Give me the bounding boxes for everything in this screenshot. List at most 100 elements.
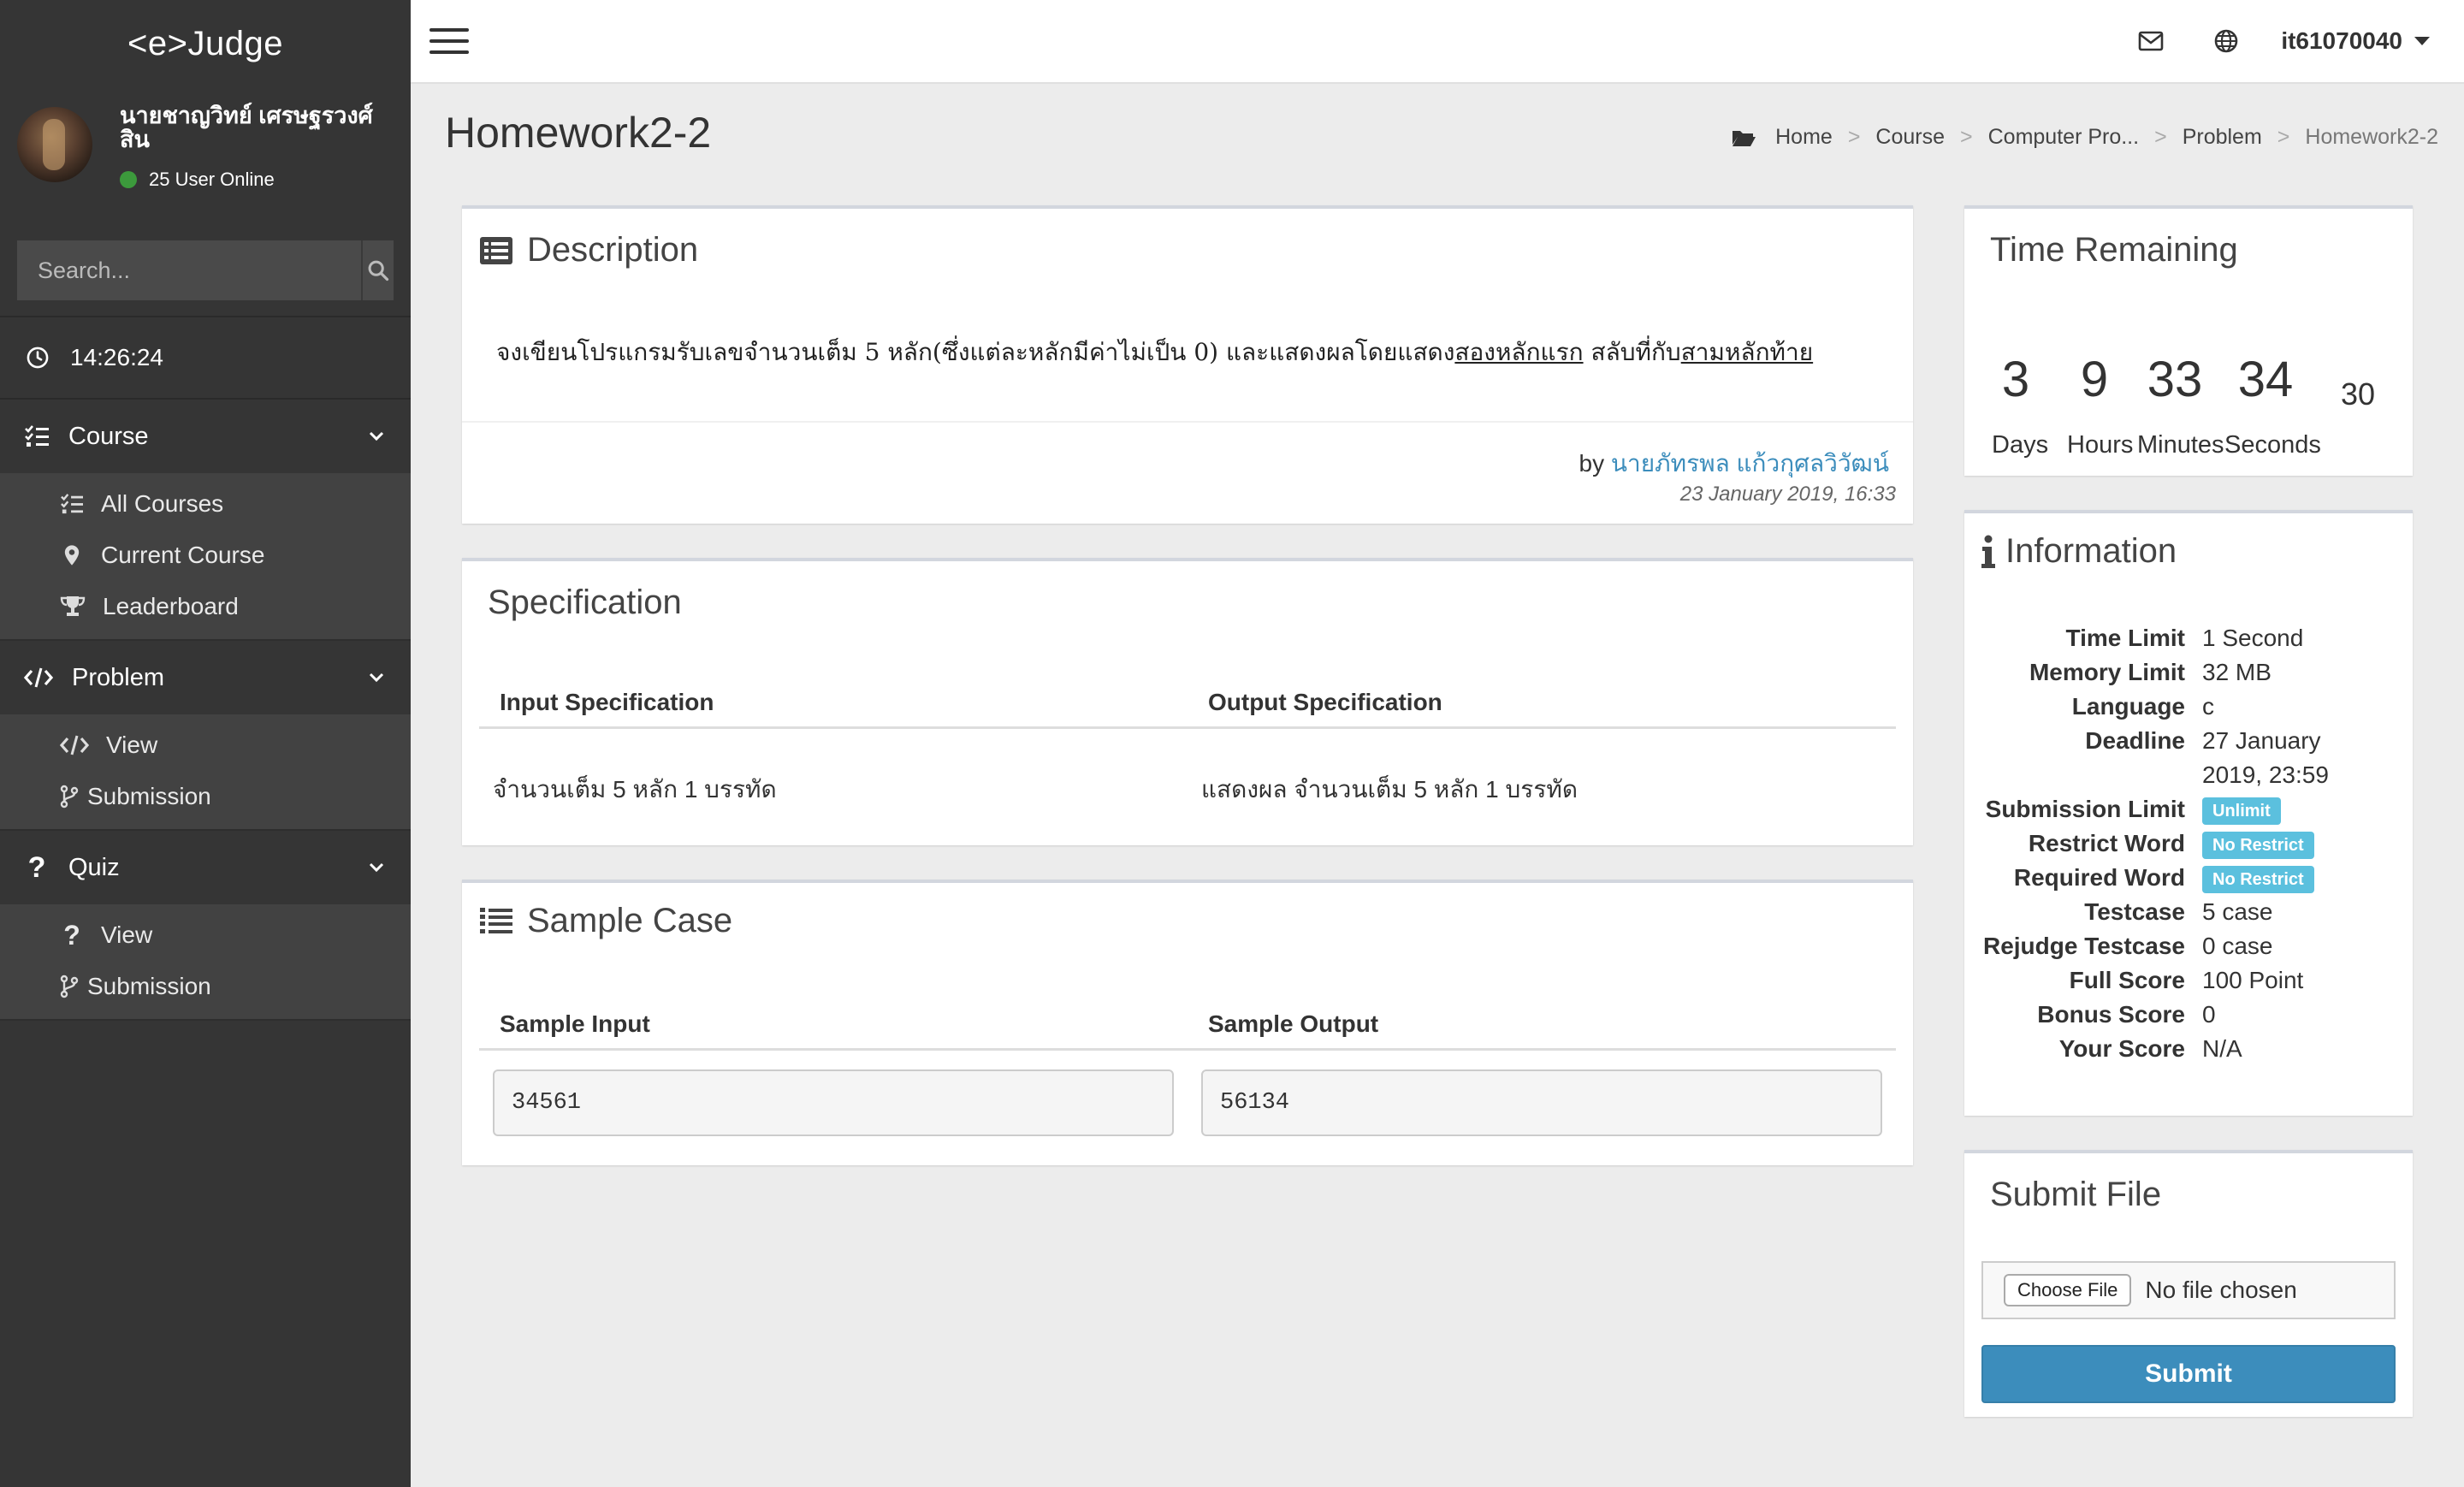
description-title-text: Description bbox=[527, 231, 699, 269]
info-row-deadline: Deadline 27 January 2019, 23:59 bbox=[1964, 724, 2413, 792]
breadcrumb: Home > Course > Computer Pro... > Proble… bbox=[1731, 125, 2438, 150]
info-key: Time Limit bbox=[2065, 625, 2185, 651]
specification-title: Specification bbox=[488, 584, 682, 621]
info-value: 0 bbox=[2202, 1001, 2216, 1028]
username: it61070040 bbox=[2281, 27, 2402, 54]
menu-quiz-label: Quiz bbox=[68, 853, 120, 881]
code-branch-icon bbox=[60, 975, 79, 998]
info-row-your-score: Your Score N/A bbox=[1964, 1032, 2413, 1066]
online-status: 25 User Online bbox=[120, 169, 394, 191]
by-label: by bbox=[1578, 450, 1605, 477]
info-row-required-word: Required Word No Restrict bbox=[1964, 861, 2413, 895]
sample-output-header: Sample Output bbox=[1208, 1010, 1379, 1037]
sidebar-search bbox=[0, 201, 411, 317]
info-key: Restrict Word bbox=[2028, 830, 2185, 856]
menu-toggle-icon[interactable] bbox=[429, 28, 469, 54]
sidebar-item-label: View bbox=[101, 921, 153, 948]
trophy-icon bbox=[60, 596, 86, 616]
countdown-minutes-label: Minutes bbox=[2137, 431, 2224, 459]
sidebar: <e>Judge นายชาญวิทย์ เศรษฐรวงศ์สิน 25 Us… bbox=[0, 0, 411, 1487]
info-key: Deadline bbox=[2085, 727, 2185, 754]
info-row-language: Language c bbox=[1964, 690, 2413, 724]
description-underline: สามหลักท้าย bbox=[1680, 338, 1814, 366]
input-spec-text: จำนวนเต็ม 5 หลัก 1 บรรทัด bbox=[493, 776, 777, 803]
menu-quiz[interactable]: ? Quiz bbox=[0, 831, 411, 904]
info-key: Your Score bbox=[2058, 1035, 2185, 1062]
sample-table-header: Sample Input Sample Output bbox=[479, 999, 1896, 1051]
time-remaining-title: Time Remaining bbox=[1990, 231, 2238, 269]
spec-table-header: Input Specification Output Specification bbox=[479, 678, 1896, 729]
info-value: 0 case bbox=[2202, 933, 2273, 959]
online-count: 25 User Online bbox=[149, 169, 275, 190]
information-list: Time Limit 1 Second Memory Limit 32 MB Lan… bbox=[1964, 621, 2413, 1066]
info-value: c bbox=[2202, 693, 2214, 720]
breadcrumb-separator: > bbox=[2154, 125, 2167, 149]
menu-problem-label: Problem bbox=[72, 663, 164, 691]
info-row-testcase: Testcase 5 case bbox=[1964, 895, 2413, 929]
info-value: 32 MB bbox=[2202, 659, 2272, 685]
output-spec-text: แสดงผล จำนวนเต็ม 5 หลัก 1 บรรทัด bbox=[1201, 776, 1578, 803]
author-link[interactable]: นายภัทรพล แก้วกุศลวิวัฒน์ bbox=[1611, 450, 1889, 477]
user-panel: นายชาญวิทย์ เศรษฐรวงศ์สิน 25 User Online bbox=[0, 88, 411, 201]
table-row: จำนวนเต็ม 5 หลัก 1 บรรทัด แสดงผล จำนวนเต… bbox=[479, 743, 1896, 837]
list-check-icon bbox=[25, 425, 49, 447]
countdown-days-label: Days bbox=[1992, 431, 2049, 459]
status-badge: No Restrict bbox=[2202, 865, 2314, 893]
countdown-hours: 9 bbox=[2080, 352, 2109, 407]
search-input[interactable] bbox=[17, 240, 361, 300]
menu-course[interactable]: Course bbox=[0, 400, 411, 473]
user-name: นายชาญวิทย์ เศรษฐรวงศ์สิน bbox=[120, 103, 373, 152]
globe-icon[interactable] bbox=[2206, 21, 2247, 62]
breadcrumb-problem[interactable]: Problem bbox=[2183, 125, 2262, 150]
code-branch-icon bbox=[60, 785, 79, 809]
description-text-part: สลับที่กับ bbox=[1583, 338, 1681, 366]
file-input[interactable]: Choose File No file chosen bbox=[1981, 1261, 2396, 1319]
sample-input-value[interactable]: 34561 bbox=[493, 1069, 1174, 1136]
sample-case-title: Sample Case bbox=[479, 902, 732, 940]
description-title: Description bbox=[479, 231, 698, 270]
submit-file-box: Submit File Choose File No file chosen S… bbox=[1964, 1150, 2413, 1417]
page-title: Homework2-2 bbox=[445, 109, 712, 157]
sidebar-item-all-courses[interactable]: All Courses bbox=[0, 478, 411, 530]
file-status: No file chosen bbox=[2145, 1277, 2297, 1303]
info-key: Language bbox=[2071, 693, 2185, 720]
sidebar-item-problem-view[interactable]: View bbox=[0, 720, 411, 771]
sample-output-value[interactable]: 56134 bbox=[1201, 1069, 1882, 1136]
menu-problem[interactable]: Problem bbox=[0, 641, 411, 714]
submenu-problem: View Submission bbox=[0, 714, 411, 831]
brand-logo[interactable]: <e>Judge bbox=[0, 0, 411, 88]
info-value: 1 Second bbox=[2202, 625, 2304, 651]
list-check-icon bbox=[61, 494, 83, 514]
sidebar-item-quiz-view[interactable]: ? View bbox=[0, 909, 411, 961]
breadcrumb-course-name[interactable]: Computer Pro... bbox=[1988, 125, 2139, 150]
question-icon: ? bbox=[63, 919, 80, 951]
sidebar-item-quiz-submission[interactable]: Submission bbox=[0, 961, 411, 1012]
mail-icon[interactable] bbox=[2130, 21, 2171, 62]
caret-down-icon bbox=[2414, 37, 2430, 45]
breadcrumb-course[interactable]: Course bbox=[1875, 125, 1945, 150]
sidebar-item-label: View bbox=[106, 732, 158, 758]
sidebar-item-current-course[interactable]: Current Course bbox=[0, 530, 411, 581]
sample-case-box: Sample Case Sample Input Sample Output 3… bbox=[462, 880, 1913, 1165]
breadcrumb-separator: > bbox=[1847, 125, 1861, 149]
sidebar-item-leaderboard[interactable]: Leaderboard bbox=[0, 581, 411, 632]
output-spec-header: Output Specification bbox=[1208, 688, 1442, 715]
posted-date: 23 January 2019, 16:33 bbox=[1679, 483, 1896, 506]
breadcrumb-home[interactable]: Home bbox=[1775, 125, 1833, 150]
sidebar-item-label: Current Course bbox=[101, 542, 265, 568]
clock-icon bbox=[27, 347, 49, 369]
sidebar-item-problem-submission[interactable]: Submission bbox=[0, 771, 411, 822]
list-alt-icon bbox=[480, 236, 512, 264]
breadcrumb-separator: > bbox=[2277, 125, 2290, 149]
choose-file-button[interactable]: Choose File bbox=[2004, 1274, 2132, 1306]
info-row-time-limit: Time Limit 1 Second bbox=[1964, 621, 2413, 655]
countdown-minutes: 33 bbox=[2147, 352, 2203, 407]
submit-button[interactable]: Submit bbox=[1981, 1345, 2396, 1403]
map-marker-icon bbox=[64, 545, 80, 566]
user-menu[interactable]: it61070040 bbox=[2281, 27, 2430, 55]
code-icon bbox=[60, 735, 89, 755]
code-icon bbox=[24, 667, 53, 688]
search-button[interactable] bbox=[361, 240, 394, 300]
breadcrumb-separator: > bbox=[1960, 125, 1973, 149]
online-dot-icon bbox=[120, 171, 137, 188]
